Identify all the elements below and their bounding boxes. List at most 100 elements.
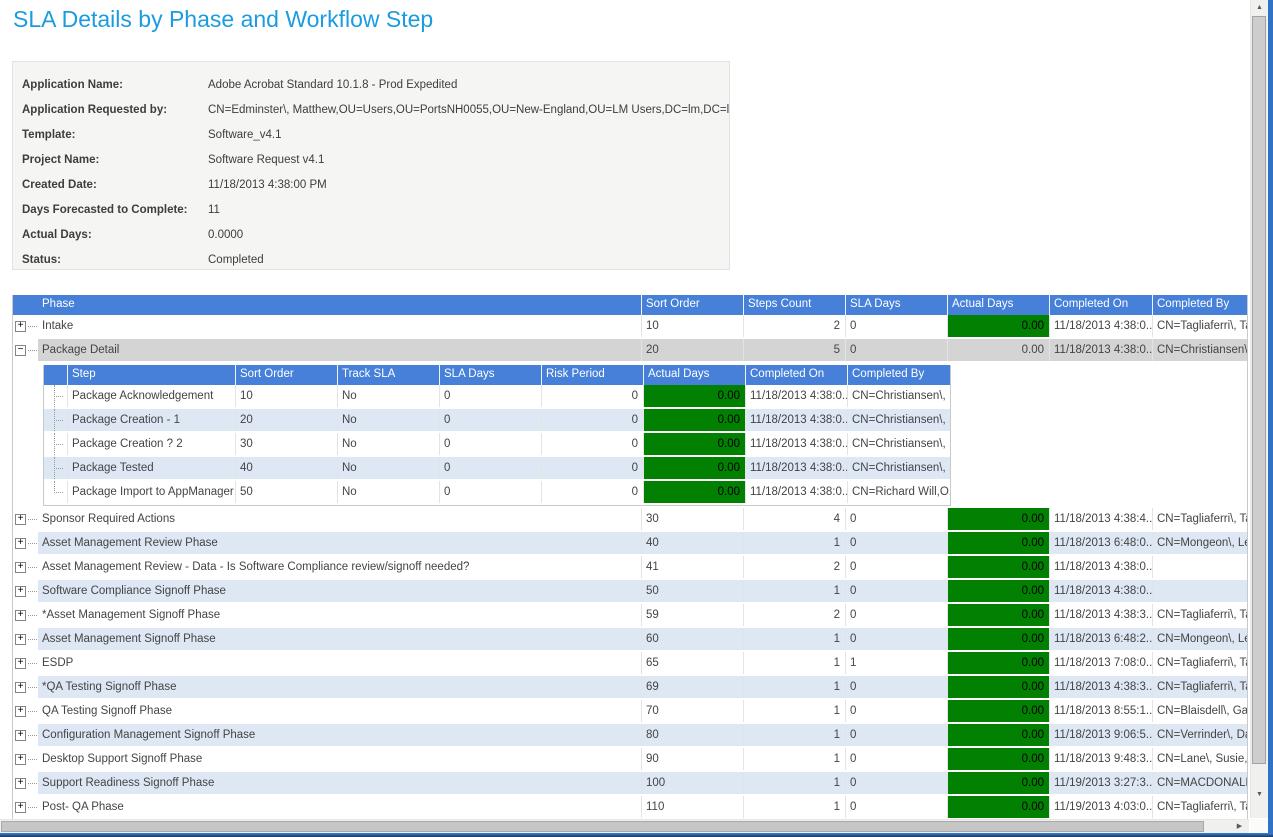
expand-toggle-icon[interactable]: + [15,514,26,525]
expand-cell: + [13,315,38,337]
phase-row[interactable]: + *Asset Management Signoff Phase 59 2 0… [13,604,1247,628]
completed-on-value: 11/18/2013 4:38:0... [745,481,847,503]
sla-days-value: 0 [439,457,541,479]
completed-on-value: 11/18/2013 9:48:3... [1049,748,1152,770]
expand-toggle-icon[interactable]: + [15,321,26,332]
horizontal-scrollbar-thumb[interactable] [1,821,1204,832]
scroll-right-arrow-icon[interactable]: ▶ [1232,820,1247,833]
tree-branch-icon [28,687,37,688]
phase-name: Asset Management Signoff Phase [38,628,641,650]
vertical-scrollbar[interactable]: ▲ ▼ [1250,0,1268,818]
phase-row[interactable]: + Intake 10 2 0 0.00 11/18/2013 4:38:0..… [13,315,1247,339]
tree-cell [44,433,67,455]
tree-cell [44,385,67,407]
completed-on-value: 11/18/2013 4:38:0... [745,385,847,407]
expand-cell: − [13,339,38,361]
phase-row[interactable]: + Asset Management Review Phase 40 1 0 0… [13,532,1247,556]
expand-toggle-icon[interactable]: + [15,658,26,669]
phase-name: ESDP [38,652,641,674]
sla-days-value: 0 [439,385,541,407]
phase-row[interactable]: + Support Readiness Signoff Phase 100 1 … [13,772,1247,796]
steps-count-value: 1 [743,724,845,746]
step-row[interactable]: Package Creation ? 2 30 No 0 0 0.00 11/1… [44,433,950,457]
window-border-bottom [0,833,1273,837]
expand-toggle-icon[interactable]: + [15,706,26,717]
expand-cell: + [13,556,38,578]
steps-count-value: 2 [743,604,845,626]
info-value: 11 [208,204,220,216]
horizontal-scrollbar[interactable]: ▶ [0,819,1249,833]
tree-branch-icon [28,711,37,712]
steps-count-value: 2 [743,315,845,337]
expand-toggle-icon[interactable]: + [15,610,26,621]
steps-count-value: 1 [743,796,845,818]
expand-toggle-icon[interactable]: + [15,730,26,741]
sort-order-value: 10 [235,385,337,407]
sla-days-value: 0 [845,315,947,337]
completed-by-value: CN=Christiansen\, ... [1152,339,1247,361]
phase-row[interactable]: + ESDP 65 1 1 0.00 11/18/2013 7:08:0... … [13,652,1247,676]
step-row[interactable]: Package Import to AppManager 50 No 0 0 0… [44,481,950,505]
phase-row[interactable]: + Asset Management Signoff Phase 60 1 0 … [13,628,1247,652]
completed-by-value: CN=Richard Will,O... [847,481,950,503]
completed-by-value [1152,556,1247,578]
risk-period-value: 0 [541,433,643,455]
phase-row[interactable]: + Asset Management Review - Data - Is So… [13,556,1247,580]
completed-by-value: CN=Tagliaferri\, Ta... [1152,315,1247,337]
expand-toggle-icon[interactable]: − [15,345,26,356]
scroll-up-arrow-icon[interactable]: ▲ [1251,0,1268,15]
scroll-down-arrow-icon[interactable]: ▼ [1251,787,1268,802]
actual-days-status-cell: 0.00 [947,508,1049,530]
expand-toggle-icon[interactable]: + [15,754,26,765]
phase-row[interactable]: + Configuration Management Signoff Phase… [13,724,1247,748]
phase-row[interactable]: + Desktop Support Signoff Phase 90 1 0 0… [13,748,1247,772]
phase-row[interactable]: + *QA Testing Signoff Phase 69 1 0 0.00 … [13,676,1247,700]
expand-toggle-icon[interactable]: + [15,778,26,789]
expand-toggle-icon[interactable]: + [15,634,26,645]
phase-table-header: Phase Sort Order Steps Count SLA Days Ac… [13,295,1247,315]
info-label: Status: [22,254,208,266]
actual-days-status-cell: 0.00 [947,724,1049,746]
track-sla-value: No [337,409,439,431]
completed-by-column-header: Completed By [1152,295,1247,315]
step-name: Package Acknowledgement [67,385,235,407]
phase-row[interactable]: + QA Testing Signoff Phase 70 1 0 0.00 1… [13,700,1247,724]
expand-toggle-icon[interactable]: + [15,682,26,693]
phase-name: Post- QA Phase [38,796,641,818]
step-row[interactable]: Package Creation - 1 20 No 0 0 0.00 11/1… [44,409,950,433]
phase-row[interactable]: + Software Compliance Signoff Phase 50 1… [13,580,1247,604]
info-value: 11/18/2013 4:38:00 PM [208,179,327,191]
phase-row[interactable]: + Post- QA Phase 110 1 0 0.00 11/19/2013… [13,796,1247,820]
steps-count-value: 1 [743,700,845,722]
expand-toggle-icon[interactable]: + [15,802,26,813]
actual-days-status-cell: 0.00 [643,457,745,479]
steps-count-value: 1 [743,652,845,674]
expand-toggle-icon[interactable]: + [15,586,26,597]
expand-cell: + [13,796,38,818]
phase-row[interactable]: − Package Detail 20 5 0 0.00 11/18/2013 … [13,339,1247,363]
step-row[interactable]: Package Tested 40 No 0 0 0.00 11/18/2013… [44,457,950,481]
track-sla-value: No [337,385,439,407]
expand-toggle-icon[interactable]: + [15,538,26,549]
step-name: Package Tested [67,457,235,479]
vertical-scrollbar-thumb[interactable] [1252,16,1266,764]
phase-row[interactable]: + Sponsor Required Actions 30 4 0 0.00 1… [13,508,1247,532]
completed-on-value: 11/18/2013 4:38:0... [745,409,847,431]
sla-days-value: 0 [845,724,947,746]
steps-count-value: 1 [743,580,845,602]
info-label: Template: [22,129,208,141]
completed-on-value: 11/18/2013 4:38:3... [1049,676,1152,698]
step-table: Step Sort Order Track SLA SLA Days Risk … [43,365,951,506]
phase-name: Support Readiness Signoff Phase [38,772,641,794]
steps-count-value: 2 [743,556,845,578]
phase-rows-bottom: + Sponsor Required Actions 30 4 0 0.00 1… [13,508,1247,820]
expand-toggle-icon[interactable]: + [15,562,26,573]
tree-column-header [44,365,67,385]
sort-order-value: 65 [641,652,743,674]
sort-order-value: 40 [235,457,337,479]
tree-branch-icon [28,519,37,520]
actual-days-status-cell: 0.00 [947,748,1049,770]
step-row[interactable]: Package Acknowledgement 10 No 0 0 0.00 1… [44,385,950,409]
track-sla-value: No [337,433,439,455]
track-sla-value: No [337,481,439,503]
